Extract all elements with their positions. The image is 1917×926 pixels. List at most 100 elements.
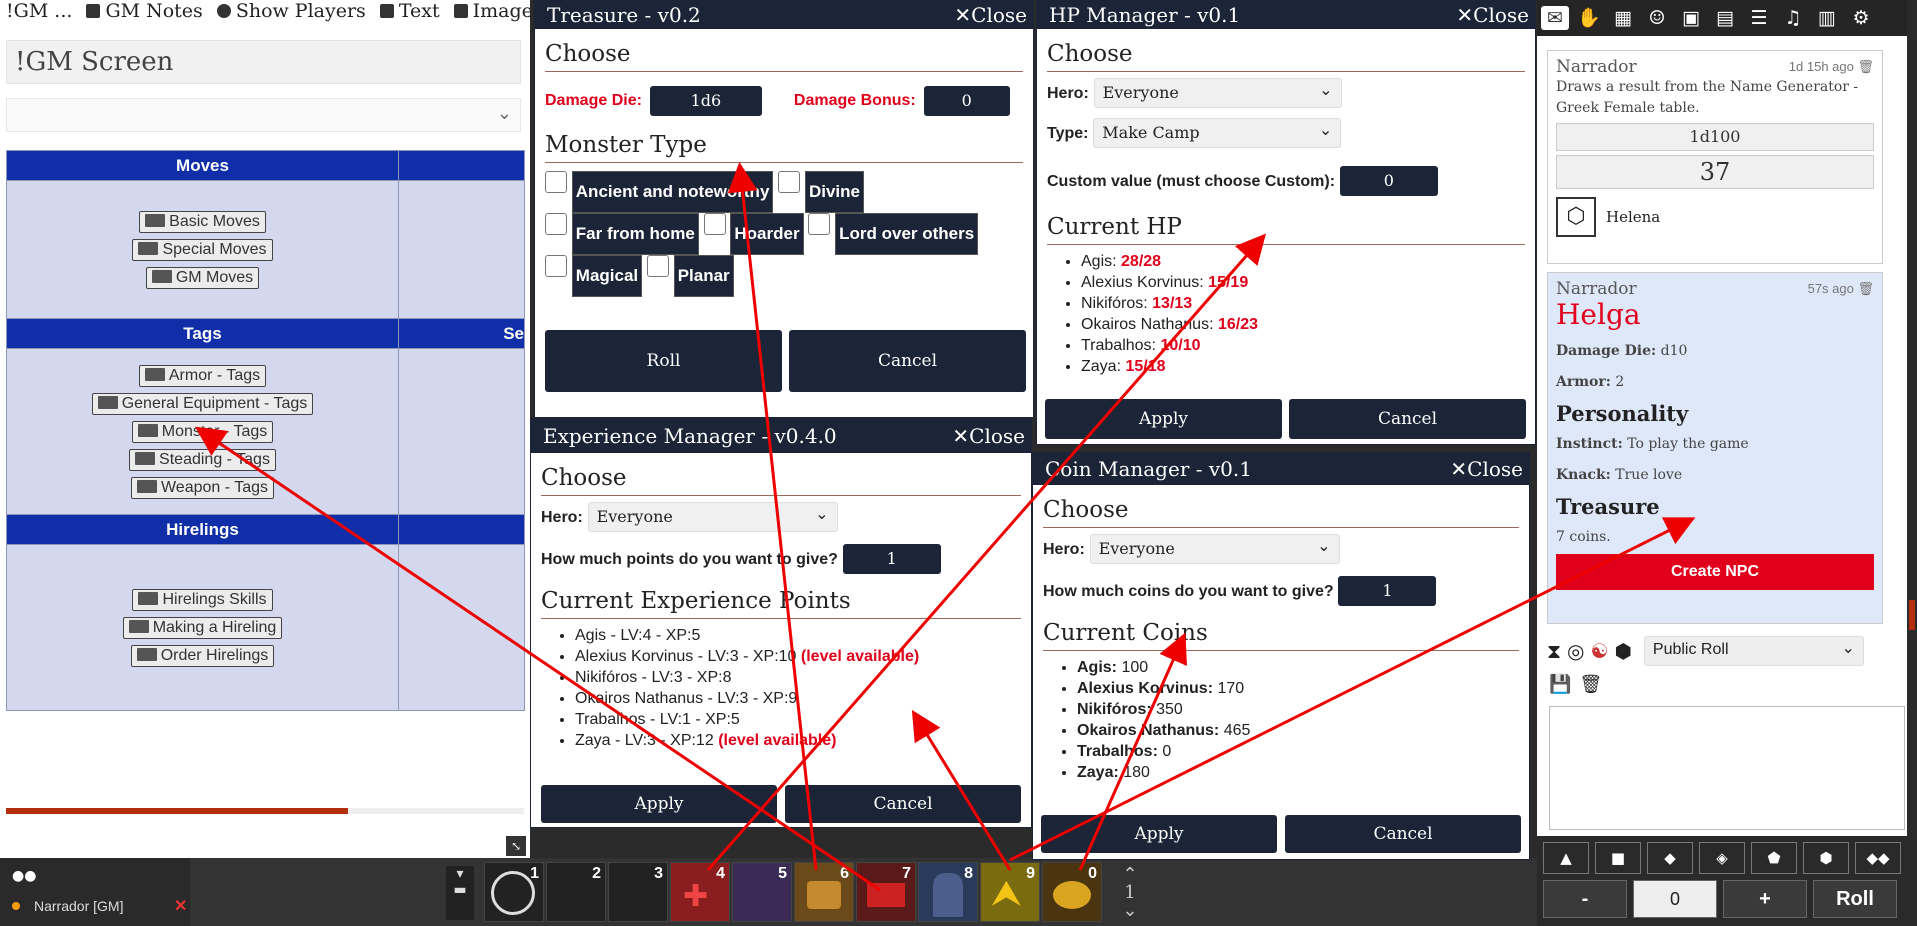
planar-checkbox[interactable] <box>646 255 669 277</box>
xp-cancel-button[interactable]: Cancel <box>785 785 1021 823</box>
increase-button[interactable]: + <box>1723 880 1807 918</box>
macro-folder-button[interactable]: ▾ ▬ <box>446 866 474 920</box>
roll-button[interactable]: Roll <box>1813 880 1897 918</box>
macro-slot-0[interactable]: 0 <box>1042 862 1102 922</box>
journal-scrollbar[interactable] <box>6 808 524 814</box>
d12-icon[interactable]: ⬟ <box>1751 842 1797 874</box>
journal-title-input[interactable]: !GM Screen <box>6 40 521 84</box>
macro-page-stepper[interactable]: ⌃ 1 ⌄ <box>1120 866 1140 920</box>
trash-icon[interactable]: 🗑 <box>1857 281 1874 296</box>
coin-cancel-button[interactable]: Cancel <box>1285 815 1521 853</box>
text-tab[interactable]: Text <box>379 0 440 22</box>
settings-tab-icon[interactable]: ⚙ <box>1847 6 1875 30</box>
xp-dialog-header[interactable]: Experience Manager - v0.4.0 ✕Close <box>531 419 1031 453</box>
ancient-tag[interactable]: Ancient and noteworthy <box>571 171 774 213</box>
damage-die-input[interactable]: 1d6 <box>649 86 762 116</box>
coin-dialog-header[interactable]: Coin Manager - v0.1 ✕Close <box>1033 453 1529 485</box>
armor-tags-button[interactable]: Armor - Tags <box>138 364 267 387</box>
lord-tag[interactable]: Lord over others <box>835 213 979 255</box>
xp-apply-button[interactable]: Apply <box>541 785 777 823</box>
d100-icon[interactable]: ◆◆ <box>1855 842 1901 874</box>
image-tab[interactable]: Image <box>453 0 530 22</box>
items-tab-icon[interactable]: ▣ <box>1677 6 1705 30</box>
macro-slot-1[interactable]: 1 <box>484 862 544 922</box>
ancient-checkbox[interactable] <box>545 171 567 193</box>
playlist-tab-icon[interactable]: ♫ <box>1779 6 1807 30</box>
journal-tab-icon[interactable]: ▤ <box>1711 6 1739 30</box>
d6-icon[interactable]: ■ <box>1595 842 1641 874</box>
gm-notes-tab[interactable]: GM Notes <box>86 0 203 22</box>
steading-tags-button[interactable]: Steading - Tags <box>129 448 276 471</box>
trash-icon[interactable]: 🗑 <box>1579 674 1602 695</box>
macro-slot-6[interactable]: 6 <box>794 862 854 922</box>
hp-dialog-header[interactable]: HP Manager - v0.1 ✕Close <box>1037 1 1535 29</box>
dice-icon[interactable]: ⬢ <box>1614 639 1631 663</box>
lord-checkbox[interactable] <box>808 213 831 235</box>
roll-result[interactable]: 37 <box>1556 155 1874 189</box>
gm-moves-button[interactable]: GM Moves <box>145 266 260 289</box>
hirelings-skills-button[interactable]: Hirelings Skills <box>132 588 273 611</box>
dice-counter[interactable]: 0 <box>1633 880 1717 918</box>
scrollbar-thumb[interactable] <box>6 808 348 814</box>
special-moves-button[interactable]: Special Moves <box>132 238 273 261</box>
coin-close-button[interactable]: ✕Close <box>1450 457 1523 481</box>
hp-close-button[interactable]: ✕Close <box>1456 3 1529 27</box>
chat-tab-icon[interactable]: ✉ <box>1541 6 1569 30</box>
treasure-dialog-header[interactable]: Treasure - v0.2 ✕Close <box>535 1 1033 29</box>
macro-slot-3[interactable]: 3 <box>608 862 668 922</box>
sidebar-scrollbar-thumb[interactable] <box>1909 600 1915 630</box>
divine-checkbox[interactable] <box>778 171 801 193</box>
hourglass-icon[interactable]: ⧗ <box>1547 639 1561 663</box>
compendium-tab-icon[interactable]: ▥ <box>1813 6 1841 30</box>
xp-hero-select[interactable]: Everyone <box>587 502 838 532</box>
weapon-tags-button[interactable]: Weapon - Tags <box>130 476 275 499</box>
hp-hero-select[interactable]: Everyone <box>1093 78 1342 108</box>
coin-hero-select[interactable]: Everyone <box>1089 534 1340 564</box>
macro-slot-4[interactable]: ✚ 4 <box>670 862 730 922</box>
monster-tags-button[interactable]: Monster - Tags <box>131 420 274 443</box>
xp-close-button[interactable]: ✕Close <box>952 424 1025 448</box>
macro-slot-2[interactable]: 2 <box>546 862 606 922</box>
custom-value-input[interactable]: 0 <box>1339 166 1438 196</box>
save-icon[interactable]: 💾 <box>1549 674 1571 695</box>
map-tab-icon[interactable]: ▦ <box>1609 6 1637 30</box>
create-npc-button[interactable]: Create NPC <box>1556 554 1874 590</box>
divine-tag[interactable]: Divine <box>804 171 864 213</box>
combat-tab-icon[interactable]: ✋ <box>1575 6 1603 30</box>
yin-yang-icon[interactable]: ☯ <box>1591 639 1609 663</box>
magical-checkbox[interactable] <box>545 255 567 277</box>
order-hirelings-button[interactable]: Order Hirelings <box>130 644 275 667</box>
remove-player-icon[interactable]: ✕ <box>174 896 187 916</box>
damage-bonus-input[interactable]: 0 <box>923 86 1010 116</box>
treasure-cancel-button[interactable]: Cancel <box>789 330 1026 392</box>
journal-folder-select[interactable] <box>6 98 521 132</box>
coins-input[interactable]: 1 <box>1338 576 1437 606</box>
d8-icon[interactable]: ◆ <box>1647 842 1693 874</box>
general-equipment-tags-button[interactable]: General Equipment - Tags <box>91 392 314 415</box>
decrease-button[interactable]: - <box>1543 880 1627 918</box>
basic-moves-button[interactable]: Basic Moves <box>139 210 266 233</box>
resize-icon[interactable]: ⤡ <box>506 836 526 856</box>
macro-slot-7[interactable]: 7 <box>856 862 916 922</box>
far-from-home-checkbox[interactable] <box>545 213 567 235</box>
target-icon[interactable]: ◎ <box>1567 639 1584 663</box>
hp-cancel-button[interactable]: Cancel <box>1289 399 1526 439</box>
macro-slot-8[interactable]: 8 <box>918 862 978 922</box>
far-from-home-tag[interactable]: Far from home <box>571 213 699 255</box>
treasure-roll-button[interactable]: Roll <box>545 330 782 392</box>
actors-tab-icon[interactable]: ☺ <box>1643 6 1671 30</box>
d4-icon[interactable]: ▲ <box>1543 842 1589 874</box>
chat-input[interactable] <box>1549 706 1905 830</box>
hp-apply-button[interactable]: Apply <box>1045 399 1282 439</box>
tables-tab-icon[interactable]: ☰ <box>1745 6 1773 30</box>
magical-tag[interactable]: Magical <box>571 255 643 297</box>
macro-slot-9[interactable]: ⮝ 9 <box>980 862 1040 922</box>
hp-type-select[interactable]: Make Camp <box>1093 118 1342 148</box>
roll-mode-select[interactable]: Public Roll <box>1643 636 1864 666</box>
d10-icon[interactable]: ◈ <box>1699 842 1745 874</box>
journal-toolbar-item-1[interactable]: !GM ... <box>6 0 72 22</box>
making-a-hireling-button[interactable]: Making a Hireling <box>122 616 283 639</box>
macro-slot-5[interactable]: 5 <box>732 862 792 922</box>
hoarder-checkbox[interactable] <box>703 213 726 235</box>
hoarder-tag[interactable]: Hoarder <box>730 213 804 255</box>
